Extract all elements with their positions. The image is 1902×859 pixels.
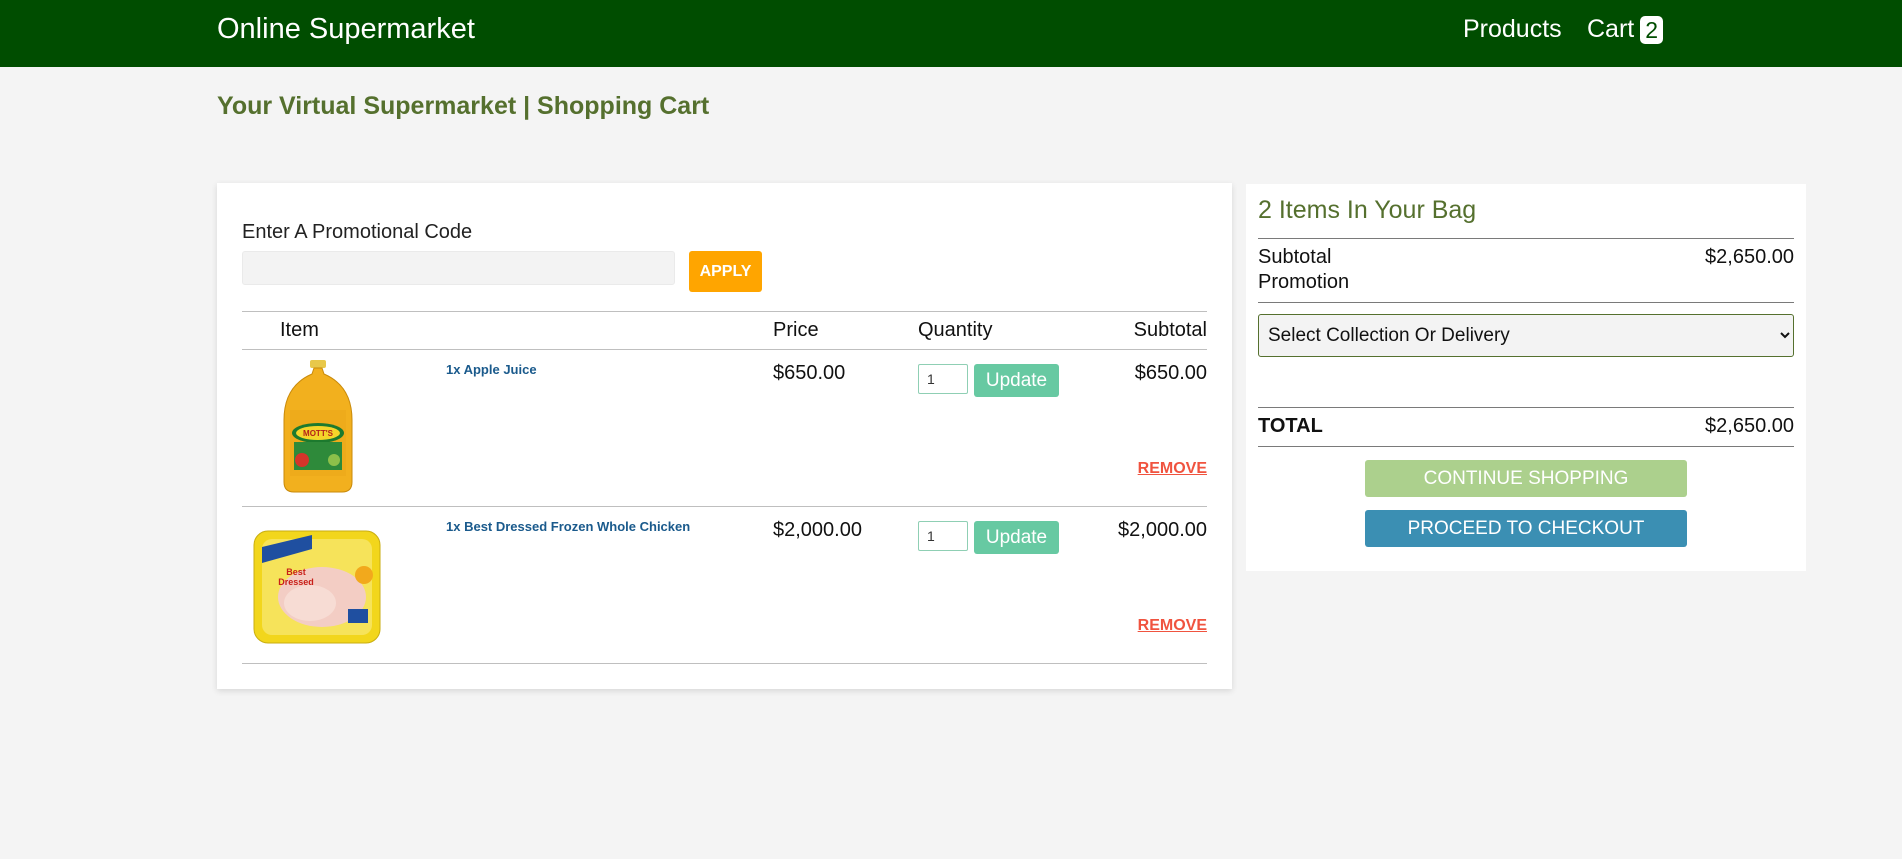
table-top-divider [242,311,1207,312]
proceed-to-checkout-button[interactable]: PROCEED TO CHECKOUT [1365,510,1687,547]
promo-code-input[interactable] [242,251,675,285]
cart-row-frozen-chicken: Best Dressed 1x Best Dressed Frozen Whol… [217,507,1232,664]
cart-count-badge: 2 [1640,15,1664,44]
svg-text:Best: Best [286,567,306,577]
item-name-link[interactable]: 1x Apple Juice [446,362,537,377]
table-bottom-divider [242,663,1207,664]
quantity-input[interactable] [918,364,968,394]
brand-link[interactable]: Online Supermarket [217,13,475,46]
item-price: $650.00 [773,362,846,384]
nav-products-link[interactable]: Products [1463,15,1562,44]
collection-delivery-select[interactable]: Select Collection Or Delivery [1258,314,1794,357]
nav-cart-label: Cart [1587,15,1635,43]
update-quantity-button[interactable]: Update [974,364,1059,397]
subtotal-value: $2,650.00 [1705,246,1794,268]
continue-shopping-button[interactable]: CONTINUE SHOPPING [1365,460,1687,497]
cart-panel: Enter A Promotional Code APPLY Item Pric… [217,183,1232,689]
summary-divider [1258,302,1794,303]
apple-juice-bottle-icon: MOTT'S [283,360,353,493]
summary-divider [1258,407,1794,408]
order-summary-panel: 2 Items In Your Bag Subtotal $2,650.00 P… [1246,184,1806,571]
remove-item-link[interactable]: REMOVE [1138,460,1207,478]
column-header-item: Item [280,319,319,341]
item-name-link[interactable]: 1x Best Dressed Frozen Whole Chicken [446,519,690,534]
item-price: $2,000.00 [773,519,862,541]
promotion-label: Promotion [1258,271,1350,293]
item-subtotal: $650.00 [1134,362,1207,384]
column-header-price: Price [773,319,819,341]
summary-title: 2 Items In Your Bag [1258,196,1477,224]
svg-text:MOTT'S: MOTT'S [303,429,334,438]
cart-row-apple-juice: MOTT'S 1x Apple Juice $650.00 Update $65… [217,350,1232,507]
top-navbar: Online Supermarket Products Cart 2 [0,0,1902,67]
column-header-quantity: Quantity [918,319,993,341]
page-title: Your Virtual Supermarket | Shopping Cart [217,92,710,120]
nav-cart-link[interactable]: Cart 2 [1587,15,1664,44]
item-subtotal: $2,000.00 [1118,519,1207,541]
apply-promo-button[interactable]: APPLY [689,251,762,292]
summary-divider [1258,446,1794,447]
total-label: TOTAL [1258,415,1323,437]
subtotal-label: Subtotal [1258,246,1332,268]
total-value: $2,650.00 [1705,415,1794,437]
promo-code-label: Enter A Promotional Code [242,221,473,243]
frozen-chicken-package-icon: Best Dressed [253,530,381,644]
quantity-input[interactable] [918,521,968,551]
update-quantity-button[interactable]: Update [974,521,1059,554]
summary-divider [1258,238,1794,239]
remove-item-link[interactable]: REMOVE [1138,617,1207,635]
column-header-subtotal: Subtotal [1133,319,1207,341]
svg-text:Dressed: Dressed [278,577,314,587]
